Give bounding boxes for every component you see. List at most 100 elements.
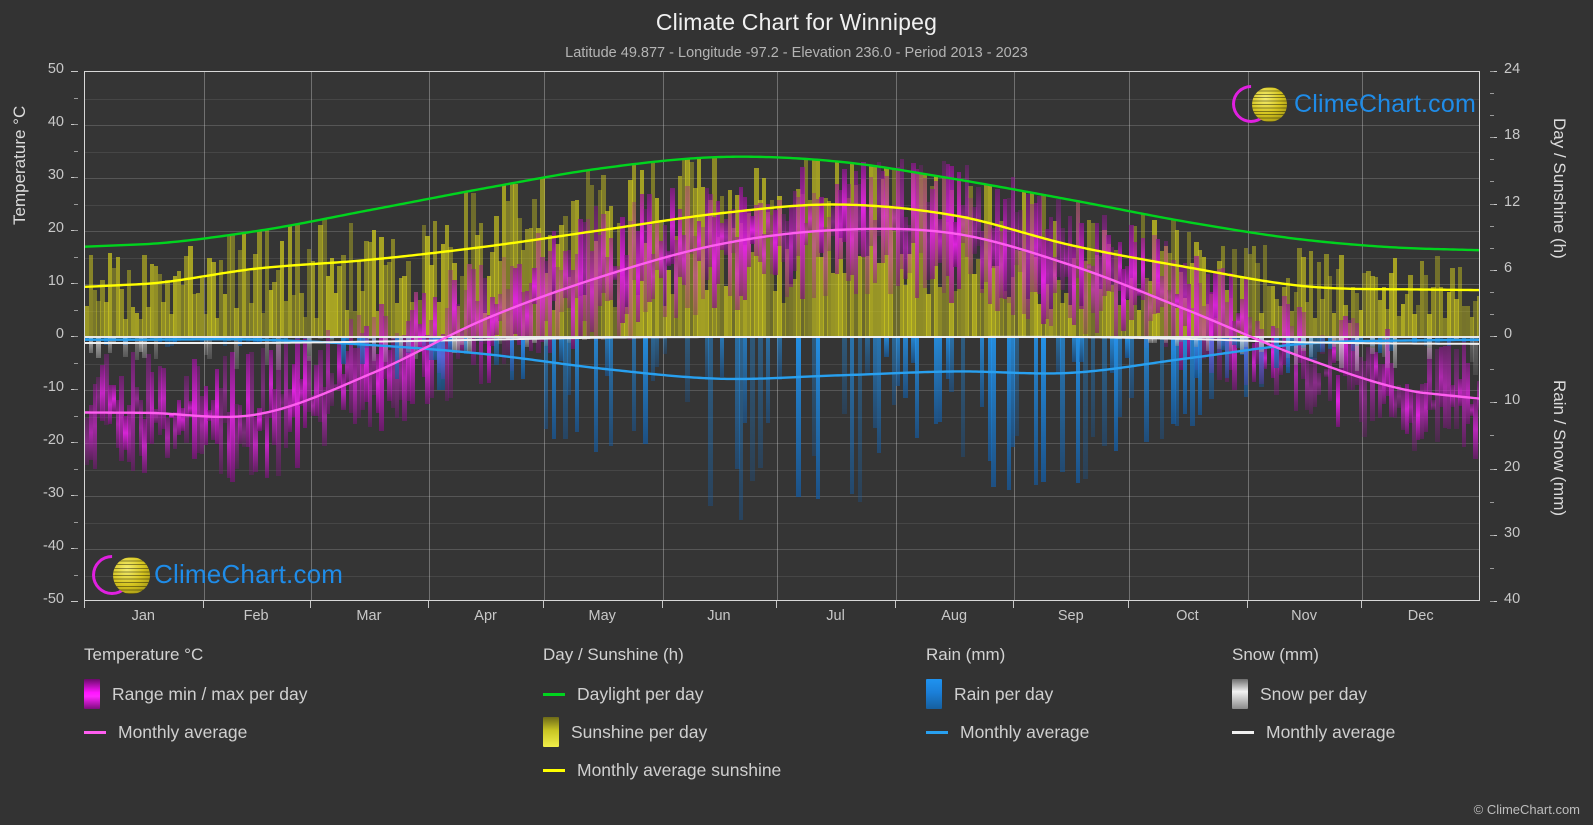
x-axis-tick-label: Apr (474, 608, 497, 624)
right-bottom-axis-tick-label: 20 (1504, 458, 1521, 475)
legend-item-rain-per-day[interactable]: Rain per day (926, 675, 1216, 713)
legend-group-snow: Snow (mm) Snow per day Monthly average (1232, 645, 1522, 751)
legend-item-temp-average[interactable]: Monthly average (84, 713, 524, 751)
right-top-axis-tick-label: 18 (1504, 127, 1521, 144)
left-axis-tick-label: 30 (47, 167, 64, 183)
right-top-axis-tick-label: 6 (1504, 259, 1513, 276)
x-axis-tick-mark (428, 601, 430, 608)
x-axis-tick-label: Mar (356, 608, 382, 624)
legend-label-rain-per-day: Rain per day (954, 683, 1054, 704)
watermark-brand-text: ClimeChart.com (154, 558, 344, 589)
left-axis-tick-mark (71, 601, 78, 602)
legend-group-temperature: Temperature °C Range min / max per day M… (84, 645, 524, 751)
legend-label-snow-per-day: Snow per day (1260, 683, 1368, 704)
x-axis-tick-mark (1128, 601, 1130, 608)
y-axis-title-day-sunshine: Day / Sunshine (h) (1550, 118, 1569, 259)
daylight-curve (85, 155, 1479, 252)
watermark-top-right: ClimeChart.com (1224, 77, 1476, 131)
copyright-notice: © ClimeChart.com (1473, 802, 1580, 817)
left-axis-minor-tick (74, 521, 78, 523)
sunshine-average-curve (85, 203, 1479, 292)
left-axis-minor-tick (74, 548, 78, 549)
right-top-axis-minor-tick (1490, 93, 1494, 95)
snow-average-dash (1232, 730, 1254, 734)
x-axis-tick-mark (1013, 601, 1015, 608)
x-axis-tick-mark (1246, 601, 1248, 608)
legend-label-daylight: Daylight per day (577, 683, 704, 704)
right-bottom-axis-minor-tick (1490, 369, 1494, 371)
legend-item-snow-per-day[interactable]: Snow per day (1232, 675, 1522, 713)
snow-swatch (1232, 679, 1248, 709)
right-top-axis-minor-tick (1490, 137, 1494, 139)
legend-group-daysun: Day / Sunshine (h) Daylight per day Suns… (543, 645, 943, 789)
chart-title: Climate Chart for Winnipeg (655, 9, 938, 35)
right-bottom-axis-minor-tick (1490, 567, 1494, 569)
left-axis-minor-tick (74, 230, 78, 231)
x-axis-tick-label: Dec (1407, 608, 1434, 624)
legend-label-snow-average: Monthly average (1266, 721, 1396, 742)
right-top-axis-tick-label: 0 (1504, 326, 1513, 342)
left-axis-tick-label: -40 (43, 538, 64, 554)
climate-plot-area[interactable] (84, 71, 1480, 601)
right-top-axis-minor-tick (1490, 225, 1494, 227)
left-axis-minor-tick (74, 124, 78, 125)
legend-item-daylight[interactable]: Daylight per day (543, 675, 943, 713)
left-axis-tick-label: 50 (47, 61, 64, 77)
legend-title-daysun: Day / Sunshine (h) (543, 645, 684, 664)
legend-item-rain-average[interactable]: Monthly average (926, 713, 1216, 751)
left-axis-tick-label: -50 (43, 591, 64, 607)
legend-item-snow-average[interactable]: Monthly average (1232, 713, 1522, 751)
y-axis-title-rain-snow: Rain / Snow (mm) (1550, 380, 1569, 517)
right-top-axis-minor-tick (1490, 269, 1494, 271)
x-axis-tick-label: Jul (826, 608, 845, 624)
legend-item-temp-range[interactable]: Range min / max per day (84, 675, 524, 713)
x-axis-tick-mark (661, 601, 663, 608)
right-bottom-axis-minor-tick (1490, 402, 1494, 404)
right-bottom-axis-minor-tick (1490, 601, 1494, 602)
rain-swatch (926, 679, 942, 709)
x-axis-tick-mark (202, 601, 204, 608)
watermark-brand-text: ClimeChart.com (1294, 89, 1476, 118)
x-axis-tick-label: Feb (243, 608, 269, 624)
right-bottom-axis-tick-label: 40 (1504, 591, 1521, 607)
legend-label-temp-average: Monthly average (118, 721, 248, 742)
left-axis-tick-label: 40 (47, 114, 64, 130)
right-top-axis-minor-tick (1490, 247, 1494, 249)
chart-header: Climate Chart for Winnipeg Latitude 49.8… (0, 0, 1593, 61)
x-axis-tick-mark (1361, 601, 1363, 608)
climechart-logo-icon (83, 546, 154, 604)
chart-legend: Temperature °C Range min / max per day M… (0, 645, 1593, 815)
x-axis-tick-label: Jan (131, 608, 155, 624)
legend-item-sunshine[interactable]: Sunshine per day (543, 713, 943, 751)
left-axis-minor-tick (74, 203, 78, 205)
legend-title-snow: Snow (mm) (1232, 645, 1319, 664)
left-axis-tick-label: -30 (43, 485, 64, 501)
temp-range-swatch (84, 679, 100, 709)
x-axis-tick-mark (542, 601, 544, 608)
left-axis-minor-tick (74, 389, 78, 390)
x-axis-tick-label: Aug (941, 608, 968, 624)
right-top-axis-minor-tick (1490, 313, 1494, 315)
left-axis-minor-tick (74, 442, 78, 443)
right-bottom-axis-minor-tick (1490, 468, 1494, 470)
legend-label-sunshine: Sunshine per day (571, 721, 708, 742)
curve-overlay (85, 155, 1479, 419)
plot-inner (85, 72, 1479, 600)
left-axis-minor-tick (74, 495, 78, 496)
left-axis-minor-tick (74, 468, 78, 470)
left-axis-minor-tick (74, 283, 78, 284)
legend-item-sunshine-average[interactable]: Monthly average sunshine (543, 751, 943, 789)
legend-label-temp-range: Range min / max per day (112, 683, 308, 704)
right-bottom-axis-minor-tick (1490, 501, 1494, 503)
chart-subtitle: Latitude 49.877 - Longitude -97.2 - Elev… (565, 45, 1028, 61)
rain-average-dash (926, 730, 948, 734)
left-axis-tick-label: -20 (43, 432, 64, 448)
x-axis-tick-label: Oct (1176, 608, 1199, 624)
climechart-logo-icon (1224, 77, 1294, 131)
right-bottom-axis-minor-tick (1490, 534, 1494, 536)
x-axis-tick-mark (776, 601, 778, 608)
right-top-axis-minor-tick (1490, 291, 1494, 293)
left-axis-tick-label: -10 (43, 379, 64, 395)
right-top-axis-minor-tick (1490, 71, 1494, 72)
left-axis-minor-tick (74, 415, 78, 417)
